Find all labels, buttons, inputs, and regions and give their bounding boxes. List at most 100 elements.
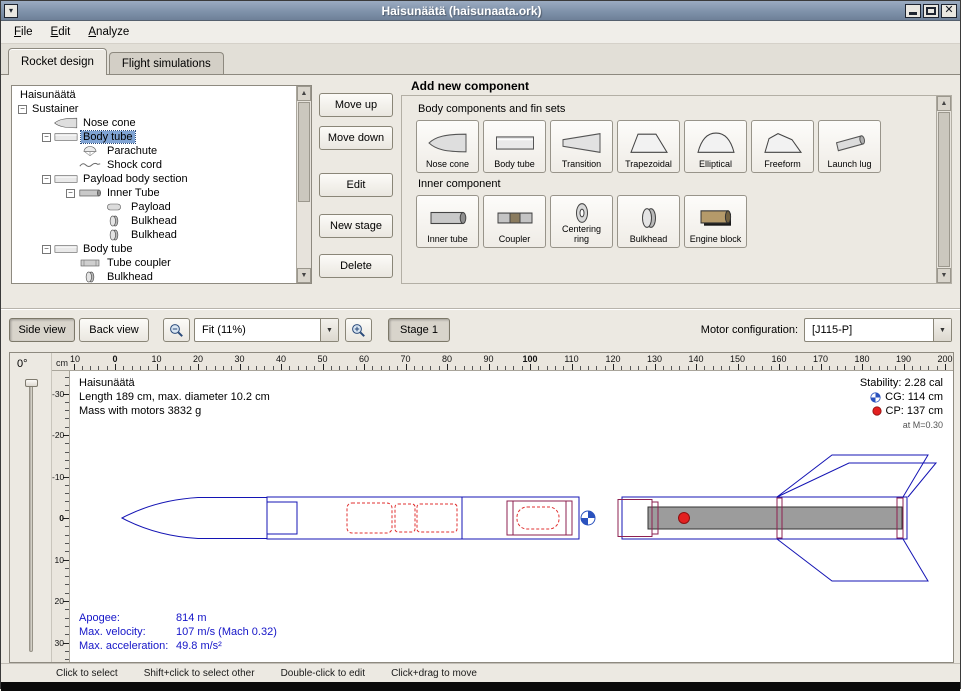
tree-item-payload-body-section[interactable]: −Payload body section [12, 172, 296, 186]
tree-item-label: Bulkhead [129, 229, 179, 241]
menu-file[interactable]: File [5, 22, 42, 42]
add-bulkhead-button[interactable]: Bulkhead [617, 195, 680, 248]
transition-icon [562, 125, 602, 160]
move-down-button[interactable]: Move down [319, 126, 393, 150]
tree-item-body-tube[interactable]: −Body tube [12, 130, 296, 144]
stability-value: Stability: 2.28 cal [860, 376, 943, 390]
tree-item-inner-tube[interactable]: −Inner Tube [12, 186, 296, 200]
tree-item-payload[interactable]: Payload [12, 200, 296, 214]
collapse-icon[interactable]: − [42, 245, 51, 254]
add-inner-tube-button[interactable]: Inner tube [416, 195, 479, 248]
design-panel: Haisunäätä−SustainerNose cone−Body tubeP… [1, 75, 960, 309]
nose-cone-icon [428, 125, 468, 160]
menu-analyze[interactable]: Analyze [79, 22, 138, 42]
tree-item-bulkhead[interactable]: Bulkhead [12, 270, 296, 283]
motor-configuration-select[interactable]: [J115-P] ▼ [804, 318, 952, 342]
add-centering-ring-button[interactable]: Centering ring [550, 195, 613, 248]
menu-edit[interactable]: Edit [42, 22, 80, 42]
tree-actions: Move up Move down Edit New stage Delete [319, 93, 393, 287]
scroll-down-icon[interactable]: ▼ [937, 268, 951, 283]
tree-item-label: Parachute [105, 145, 159, 157]
add-launch-lug-button[interactable]: Launch lug [818, 120, 881, 173]
tree-item-shock-cord[interactable]: Shock cord [12, 158, 296, 172]
chevron-down-icon[interactable]: ▼ [933, 319, 951, 341]
collapse-icon[interactable]: − [42, 133, 51, 142]
add-freeform-button[interactable]: Freeform [751, 120, 814, 173]
cg-value: CG: 114 cm [885, 390, 943, 404]
collapse-icon[interactable]: − [18, 105, 27, 114]
add-elliptical-button[interactable]: Elliptical [684, 120, 747, 173]
horizontal-ruler: -100102030405060708090100110120130140150… [70, 353, 953, 371]
tree-item-nose-cone[interactable]: Nose cone [12, 116, 296, 130]
payload-shape[interactable] [517, 507, 559, 529]
scroll-down-icon[interactable]: ▼ [297, 268, 311, 283]
menu-bar: File Edit Analyze [1, 21, 960, 44]
new-stage-button[interactable]: New stage [319, 214, 393, 238]
close-icon[interactable]: ✕ [941, 4, 957, 18]
bulkhead-shape[interactable] [507, 501, 513, 535]
add-transition-button[interactable]: Transition [550, 120, 613, 173]
tree-item-haisun-t[interactable]: Haisunäätä [12, 88, 296, 102]
tube-coupler-shape[interactable] [618, 500, 652, 537]
tree-item-parachute[interactable]: Parachute [12, 144, 296, 158]
rocket-canvas[interactable]: Haisunäätä Length 189 cm, max. diameter … [70, 371, 953, 662]
magnifier-plus-icon [351, 323, 366, 338]
tab-rocket-design[interactable]: Rocket design [8, 48, 107, 75]
scrollbar-thumb[interactable] [938, 112, 950, 267]
delete-button[interactable]: Delete [319, 254, 393, 278]
rocket-figure-area: 0° cm -100102030405060708090100110120130… [9, 352, 954, 663]
shock-cord-shape[interactable] [417, 504, 457, 532]
edit-button[interactable]: Edit [319, 173, 393, 197]
stage-1-toggle[interactable]: Stage 1 [388, 318, 450, 342]
zoom-level-select[interactable]: Fit (11%) ▼ [194, 318, 339, 342]
bulkhead-icon [78, 271, 102, 283]
tree-item-bulkhead[interactable]: Bulkhead [12, 228, 296, 242]
maximize-icon[interactable] [923, 4, 939, 18]
zoom-out-button[interactable] [163, 318, 190, 342]
tree-item-tube-coupler[interactable]: Tube coupler [12, 256, 296, 270]
status-bar: Click to select Shift+click to select ot… [1, 663, 960, 682]
tree-scrollbar[interactable]: ▲ ▼ [296, 86, 311, 283]
side-view-button[interactable]: Side view [9, 318, 75, 342]
slider-handle[interactable] [25, 379, 38, 387]
collapse-icon[interactable]: − [66, 189, 75, 198]
add-trapezoidal-button[interactable]: Trapezoidal [617, 120, 680, 173]
hint-click-select: Click to select [56, 668, 118, 679]
tree-item-sustainer[interactable]: −Sustainer [12, 102, 296, 116]
window-menu-icon[interactable]: ▾ [4, 4, 18, 18]
tab-bar: Rocket design Flight simulations [1, 44, 960, 75]
back-view-button[interactable]: Back view [79, 318, 149, 342]
zoom-in-button[interactable] [345, 318, 372, 342]
engine-block-icon [696, 200, 736, 235]
scrollbar-thumb[interactable] [298, 102, 310, 202]
palette-scrollbar[interactable]: ▲ ▼ [936, 96, 951, 283]
cp-marker [679, 513, 690, 524]
bottom-fin-shape[interactable] [777, 539, 928, 581]
payload-tube-shape[interactable] [462, 497, 579, 539]
tree-item-body-tube[interactable]: −Body tube [12, 242, 296, 256]
scroll-up-icon[interactable]: ▲ [297, 86, 311, 101]
minimize-icon[interactable] [905, 4, 921, 18]
ruler-unit-label: cm [52, 353, 70, 371]
vertical-ruler: -30-20-100102030 [52, 371, 70, 662]
shock-cord-shape[interactable] [395, 504, 415, 532]
chevron-down-icon[interactable]: ▼ [320, 319, 338, 341]
move-up-button[interactable]: Move up [319, 93, 393, 117]
tab-flight-simulations[interactable]: Flight simulations [109, 52, 224, 75]
nose-shoulder-shape [267, 502, 297, 534]
body-tube-icon [54, 243, 78, 255]
scroll-up-icon[interactable]: ▲ [937, 96, 951, 111]
rocket-mass: Mass with motors 3832 g [79, 404, 270, 418]
nose-cone-shape[interactable] [122, 498, 267, 539]
bulkhead-shape[interactable] [566, 501, 572, 535]
collapse-icon[interactable]: − [42, 175, 51, 184]
inner-tube-shape[interactable] [507, 501, 572, 535]
add-engine-block-button[interactable]: Engine block [684, 195, 747, 248]
add-coupler-button[interactable]: Coupler [483, 195, 546, 248]
top-fin-shape[interactable] [777, 455, 928, 497]
tree-item-bulkhead[interactable]: Bulkhead [12, 214, 296, 228]
add-nose-cone-button[interactable]: Nose cone [416, 120, 479, 173]
rotation-slider[interactable] [29, 380, 33, 652]
parachute-shape[interactable] [347, 503, 392, 533]
add-body-tube-button[interactable]: Body tube [483, 120, 546, 173]
